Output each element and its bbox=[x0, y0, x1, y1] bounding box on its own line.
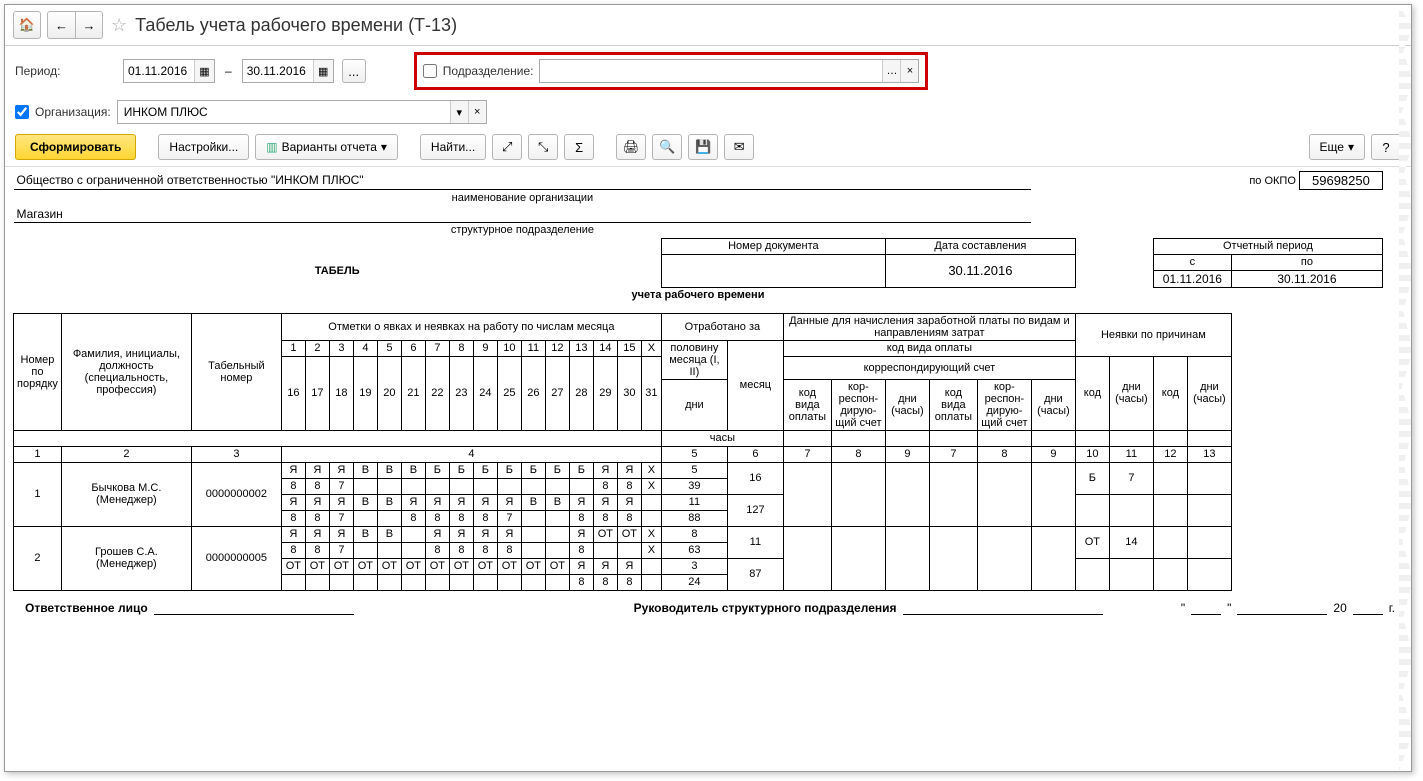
subdivision-checkbox[interactable] bbox=[423, 64, 437, 78]
org-full-name: Общество с ограниченной ответственностью… bbox=[14, 172, 1032, 190]
forward-button[interactable]: → bbox=[75, 11, 103, 39]
report-title: ТАБЕЛЬ bbox=[14, 254, 662, 287]
home-button[interactable]: 🏠 bbox=[13, 11, 41, 39]
ellipsis-icon[interactable]: … bbox=[882, 60, 900, 82]
organization-label: Организация: bbox=[35, 105, 111, 119]
signature-line bbox=[154, 601, 354, 615]
expand-icon[interactable]: ⤢ bbox=[492, 134, 522, 160]
print-icon[interactable]: 🖨 bbox=[616, 134, 646, 160]
dash: – bbox=[225, 64, 232, 78]
save-icon[interactable]: 💾 bbox=[688, 134, 718, 160]
collapse-icon[interactable]: ⤡ bbox=[528, 134, 558, 160]
organization-checkbox[interactable] bbox=[15, 105, 29, 119]
report-subtitle: учета рабочего времени bbox=[14, 287, 1383, 303]
back-button[interactable]: ← bbox=[47, 11, 75, 39]
table-row: 1Бычкова М.С. (Менеджер)0000000002ЯЯЯВВВ… bbox=[14, 462, 1383, 478]
find-button[interactable]: Найти... bbox=[420, 134, 486, 160]
subdivision-label: Подразделение: bbox=[443, 64, 534, 78]
calendar-icon[interactable]: ▦ bbox=[194, 60, 214, 82]
calendar-icon[interactable]: ▦ bbox=[313, 60, 333, 82]
clear-icon[interactable]: × bbox=[900, 60, 918, 82]
settings-button[interactable]: Настройки... bbox=[158, 134, 249, 160]
sum-icon[interactable]: Σ bbox=[564, 134, 594, 160]
favorite-star-icon[interactable]: ☆ bbox=[111, 15, 127, 36]
table-row: 2Грошев С.А. (Менеджер)0000000005ЯЯЯВВЯЯ… bbox=[14, 526, 1383, 542]
responsible-label: Ответственное лицо bbox=[25, 601, 148, 615]
organization-field[interactable] bbox=[118, 103, 450, 121]
signature-line bbox=[903, 601, 1103, 615]
help-button[interactable]: ? bbox=[1371, 134, 1401, 160]
subdivision-input[interactable]: … × bbox=[539, 59, 919, 83]
page-title: Табель учета рабочего времени (Т-13) bbox=[135, 15, 457, 36]
okpo-value: 59698250 bbox=[1299, 172, 1382, 190]
email-icon[interactable]: ✉ bbox=[724, 134, 754, 160]
preview-icon[interactable]: 🔍 bbox=[652, 134, 682, 160]
date-to-field[interactable] bbox=[243, 62, 313, 80]
clear-icon[interactable]: × bbox=[468, 101, 486, 123]
department: Магазин bbox=[14, 206, 1032, 223]
date-from-field[interactable] bbox=[124, 62, 194, 80]
period-ellipsis-button[interactable]: ... bbox=[342, 59, 366, 83]
organization-input[interactable]: ▾ × bbox=[117, 100, 487, 124]
dropdown-icon[interactable]: ▾ bbox=[450, 101, 468, 123]
report-area: Общество с ограниченной ответственностью… bbox=[5, 167, 1411, 772]
generate-button[interactable]: Сформировать bbox=[15, 134, 136, 160]
period-label: Период: bbox=[15, 64, 115, 78]
report-variants-button[interactable]: ▥Варианты отчета ▾ bbox=[255, 134, 398, 160]
more-button[interactable]: Еще ▾ bbox=[1309, 134, 1365, 160]
okpo-label: по ОКПО bbox=[1231, 172, 1299, 190]
date-to-input[interactable]: ▦ bbox=[242, 59, 334, 83]
date-from-input[interactable]: ▦ bbox=[123, 59, 215, 83]
report-table: Общество с ограниченной ответственностью… bbox=[13, 171, 1383, 591]
subdivision-highlight: Подразделение: … × bbox=[414, 52, 929, 90]
head-label: Руководитель структурного подразделения bbox=[634, 601, 897, 615]
